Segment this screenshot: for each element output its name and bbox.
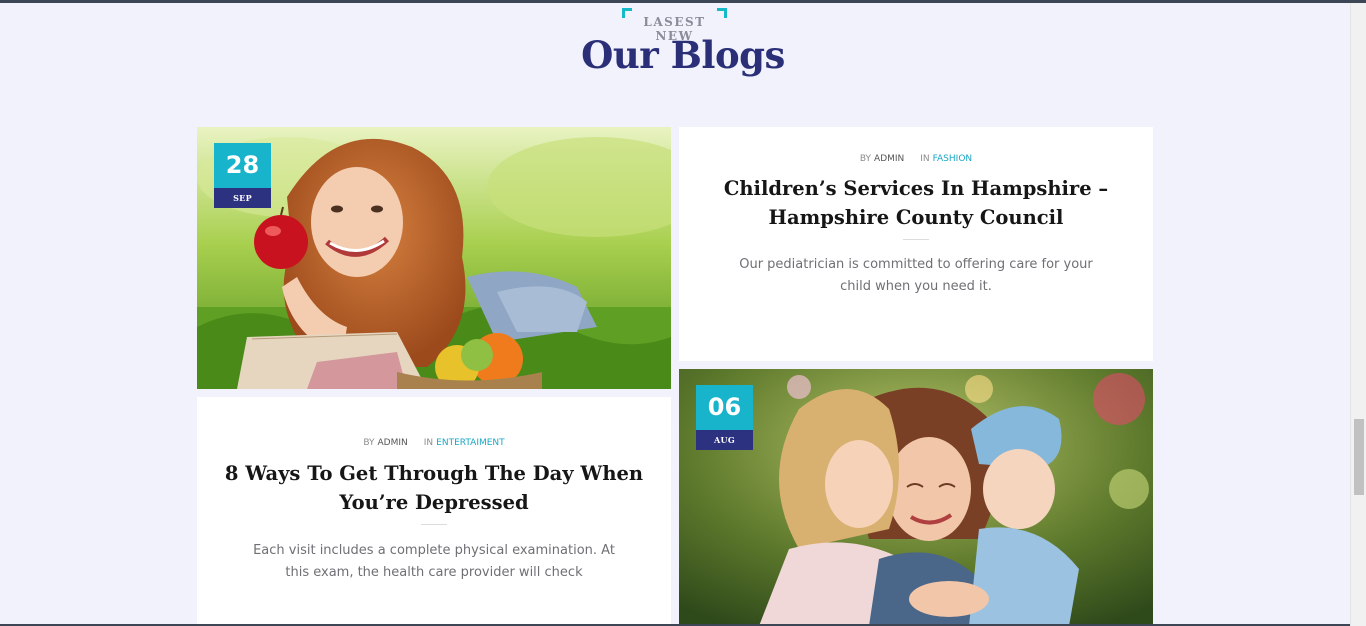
date-day: 06	[696, 385, 753, 430]
blog-text-card-2: BY ADMIN IN ENTERTAIMENT 8 Ways To Get Thro…	[197, 397, 671, 626]
excerpt-line-2: this exam, the health care provider will…	[285, 565, 583, 580]
in-label: IN	[423, 438, 434, 448]
by-label: BY	[363, 438, 375, 448]
date-month: SEP	[214, 188, 271, 208]
author-link[interactable]: ADMIN	[874, 154, 904, 164]
date-day: 28	[214, 143, 271, 188]
post-meta: BY ADMIN IN ENTERTAIMENT	[197, 438, 671, 448]
excerpt-line-1: Our pediatrician is committed to offerin…	[739, 257, 1093, 272]
category-link[interactable]: FASHION	[933, 154, 972, 164]
date-badge: 06 AUG	[696, 385, 753, 450]
blog-image-card-2[interactable]: 06 AUG	[679, 369, 1153, 626]
date-badge: 28 SEP	[214, 143, 271, 208]
blog-image-card-1[interactable]: 28 SEP	[197, 127, 671, 389]
post-excerpt: Each visit includes a complete physical …	[217, 540, 651, 584]
post-title-line-1: Children’s Services In Hampshire –	[723, 177, 1109, 200]
post-title[interactable]: 8 Ways To Get Through The Day When You’r…	[197, 459, 671, 517]
section-tag: LASEST NEW	[622, 8, 727, 43]
post-title[interactable]: Children’s Services In Hampshire – Hamps…	[679, 174, 1153, 232]
section-title: Our Blogs	[581, 33, 785, 77]
post-meta: BY ADMIN IN FASHION	[679, 154, 1153, 164]
divider	[421, 524, 447, 525]
post-excerpt: Our pediatrician is committed to offerin…	[699, 254, 1133, 298]
category-link[interactable]: ENTERTAIMENT	[436, 438, 505, 448]
excerpt-line-1: Each visit includes a complete physical …	[253, 543, 615, 558]
divider	[903, 239, 929, 240]
post-title-line-1: 8 Ways To Get Through The Day When	[224, 462, 644, 485]
post-title-line-2: You’re Depressed	[339, 491, 529, 514]
page-scrollbar[interactable]	[1350, 3, 1366, 626]
blog-text-card-1: BY ADMIN IN FASHION Children’s Services In …	[679, 127, 1153, 361]
date-month: AUG	[696, 430, 753, 450]
excerpt-line-2: child when you need it.	[840, 279, 992, 294]
post-title-line-2: Hampshire County Council	[768, 206, 1064, 229]
top-border	[0, 0, 1366, 3]
scrollbar-thumb[interactable]	[1354, 419, 1364, 495]
by-label: BY	[859, 154, 872, 164]
in-label: IN	[920, 154, 930, 164]
author-link[interactable]: ADMIN	[378, 438, 408, 448]
